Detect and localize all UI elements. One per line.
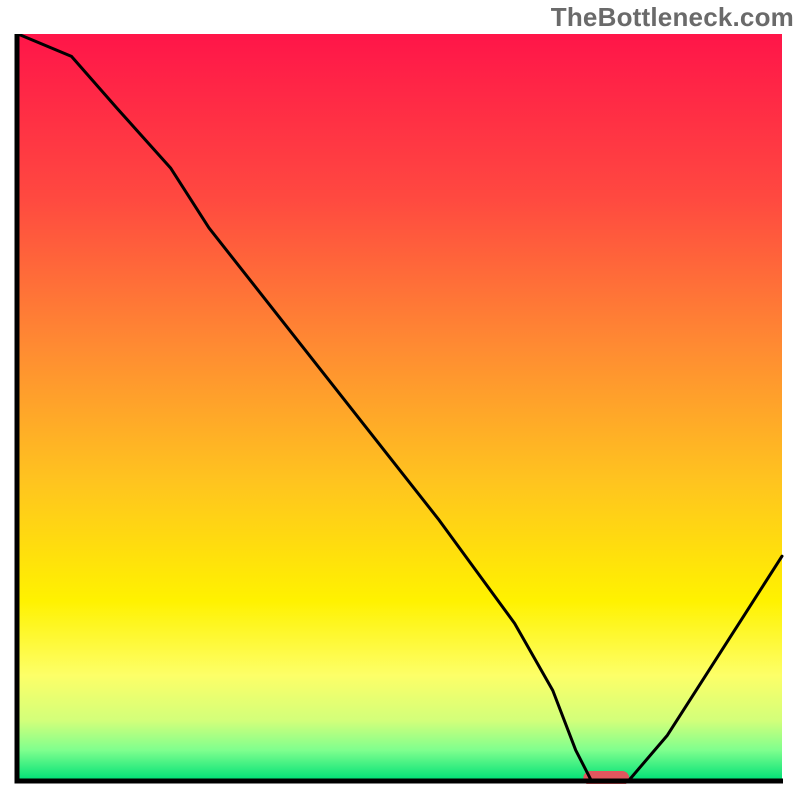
chart-svg <box>14 34 786 784</box>
chart-background <box>18 34 782 780</box>
plot-area <box>14 34 786 784</box>
chart-container: TheBottleneck.com <box>0 0 800 800</box>
watermark-label: TheBottleneck.com <box>551 2 794 33</box>
